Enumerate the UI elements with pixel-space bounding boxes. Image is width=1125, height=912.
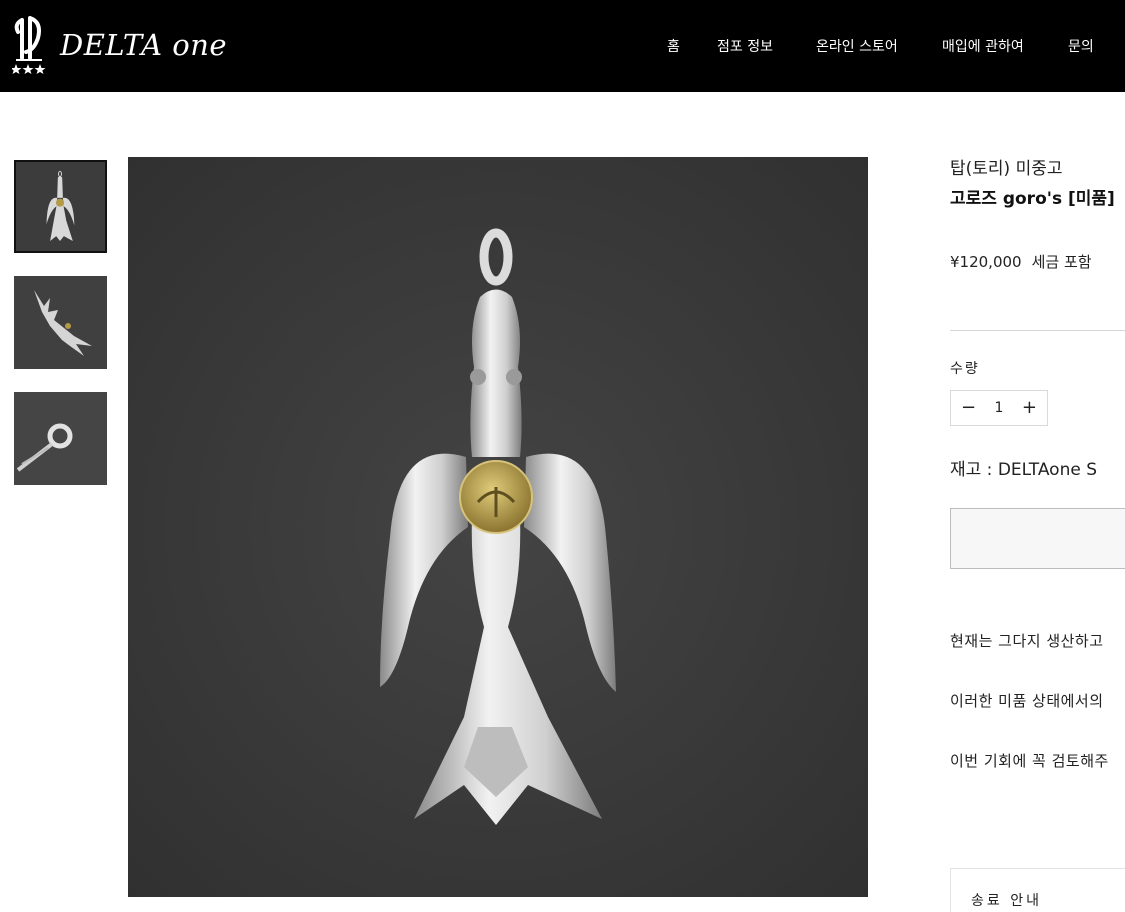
stock-status: 재고 : DELTAone S: [950, 460, 1098, 480]
main-product-image[interactable]: [128, 157, 868, 897]
nav-item-contact[interactable]: 문의: [1068, 36, 1094, 56]
nav-item-home[interactable]: 홈: [667, 36, 680, 56]
price-row: ¥120,000 세금 포함: [950, 251, 1092, 272]
product-title: 고로즈 goro's [미품]: [950, 189, 1115, 209]
nav-item-buying[interactable]: 매입에 관하여: [942, 36, 1024, 56]
quantity-label: 수량: [950, 361, 980, 377]
product-category: 탑(토리) 미중고: [950, 159, 1063, 179]
eagle-pendant-side-thumbnail-icon: [14, 276, 107, 369]
shipping-info-label: 송료 안내: [971, 893, 1042, 909]
shipping-info-accordion[interactable]: 송료 안내: [950, 868, 1125, 912]
description-line-1: 현재는 그다지 생산하고: [950, 632, 1104, 650]
site-header: DELTA one 홈 점포 정보 온라인 스토어 매입에 관하여 문의: [0, 0, 1125, 92]
product-info-panel: 탑(토리) 미중고 고로즈 goro's [미품] ¥120,000 세금 포함 …: [950, 150, 1125, 912]
description-line-2: 이러한 미품 상태에서의: [950, 692, 1104, 710]
product-price: ¥120,000: [950, 253, 1022, 271]
thumbnail-2[interactable]: [14, 276, 107, 369]
eagle-pendant-front-thumbnail-icon: [16, 162, 105, 251]
description-line-3: 이번 기회에 꼭 검토해주: [950, 752, 1109, 770]
nav-item-store-info[interactable]: 점포 정보: [717, 36, 773, 56]
eagle-pendant-bail-closeup-thumbnail-icon: [14, 392, 107, 485]
thumbnail-3[interactable]: [14, 392, 107, 485]
tax-note: 세금 포함: [1031, 253, 1092, 271]
brand-name: DELTA one: [60, 28, 228, 62]
quantity-plus-button[interactable]: +: [1022, 399, 1037, 417]
thumbnail-1[interactable]: [14, 160, 107, 253]
silver-eagle-pendant-with-gold-disc-icon: [128, 157, 868, 897]
add-to-cart-button[interactable]: [950, 508, 1125, 569]
quantity-minus-button[interactable]: −: [961, 399, 976, 417]
quantity-value[interactable]: 1: [995, 400, 1004, 416]
nav-item-online-store[interactable]: 온라인 스토어: [816, 36, 898, 56]
quantity-stepper: − 1 +: [950, 390, 1048, 426]
divider: [950, 330, 1125, 331]
delta-monogram-icon: [12, 16, 46, 74]
site-logo[interactable]: DELTA one: [12, 14, 252, 78]
